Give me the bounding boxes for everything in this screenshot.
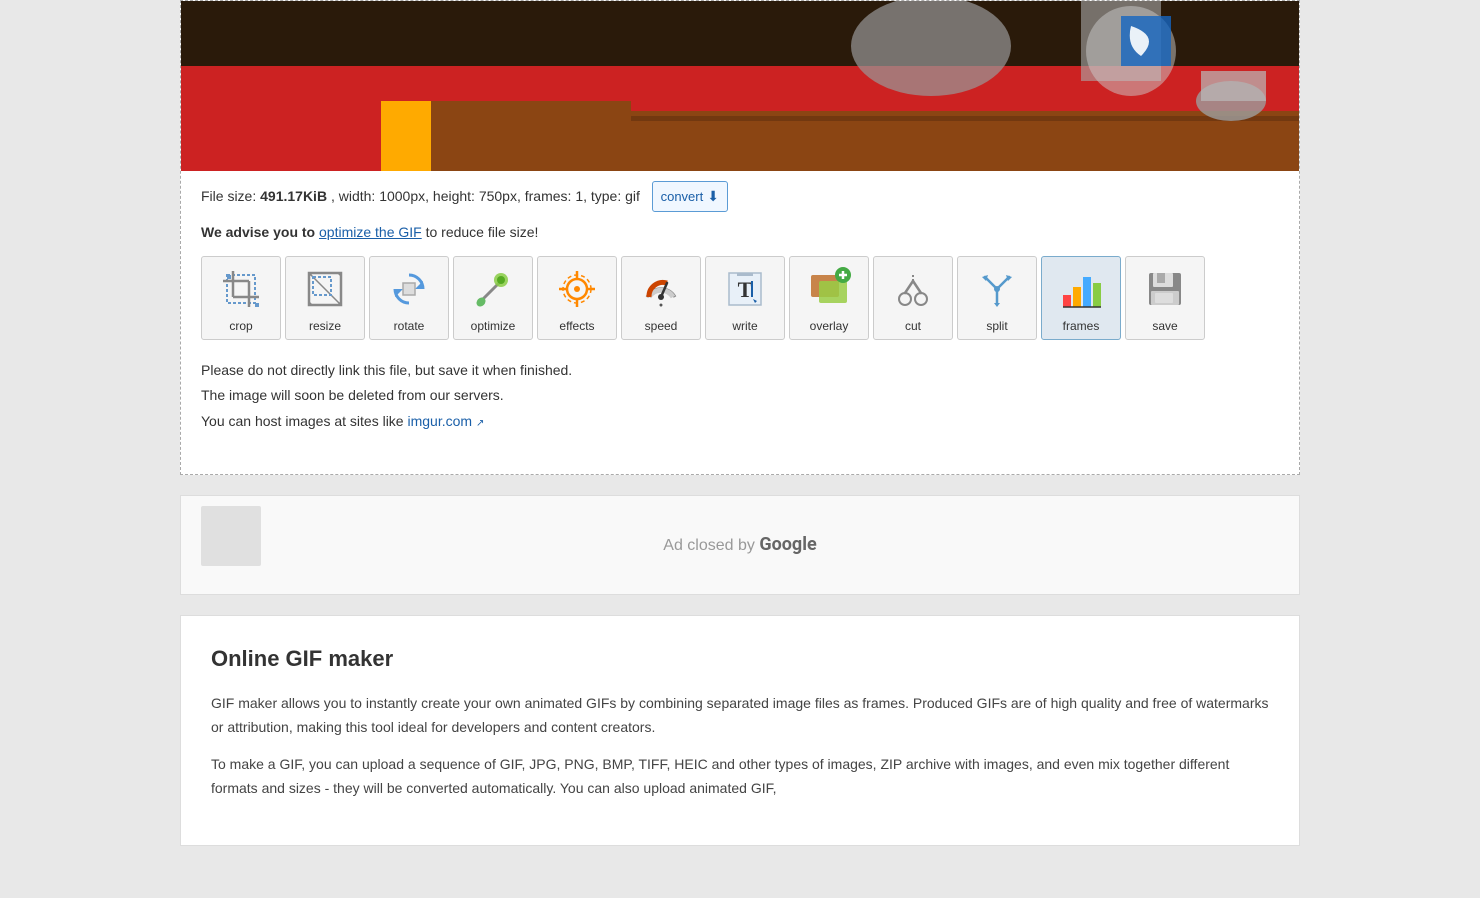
optimize-suffix: to reduce file size! bbox=[422, 224, 539, 240]
ad-google-brand: Google bbox=[759, 534, 816, 555]
tool-split[interactable]: split bbox=[957, 256, 1037, 340]
optimize-gif-link[interactable]: optimize the GIF bbox=[319, 224, 422, 240]
download-icon: ⬇ bbox=[707, 184, 719, 209]
gif-preview bbox=[181, 1, 1299, 171]
notice-area: Please do not directly link this file, b… bbox=[181, 348, 1299, 454]
tool-frames[interactable]: frames bbox=[1041, 256, 1121, 340]
split-label: split bbox=[986, 319, 1007, 333]
body-paragraph-1: GIF maker allows you to instantly create… bbox=[211, 692, 1269, 740]
overlay-label: overlay bbox=[810, 319, 849, 333]
file-size-value: 491.17KiB bbox=[260, 188, 327, 204]
optimize-prefix: We advise you to bbox=[201, 224, 319, 240]
external-link-icon: ↗ bbox=[476, 418, 484, 429]
tool-effects[interactable]: effects bbox=[537, 256, 617, 340]
cut-label: cut bbox=[905, 319, 921, 333]
split-icon bbox=[971, 263, 1023, 315]
save-icon bbox=[1139, 263, 1191, 315]
tool-write[interactable]: T write bbox=[705, 256, 785, 340]
tool-overlay[interactable]: overlay bbox=[789, 256, 869, 340]
crop-label: crop bbox=[229, 319, 252, 333]
body-paragraph-2: To make a GIF, you can upload a sequence… bbox=[211, 753, 1269, 801]
image-section: File size: 491.17KiB , width: 1000px, he… bbox=[180, 0, 1300, 475]
effects-icon bbox=[551, 263, 603, 315]
tool-optimize[interactable]: optimize bbox=[453, 256, 533, 340]
file-details: , width: 1000px, height: 750px, frames: … bbox=[331, 188, 640, 204]
write-label: write bbox=[732, 319, 757, 333]
tools-toolbar: crop resize bbox=[181, 248, 1299, 348]
section-body: GIF maker allows you to instantly create… bbox=[211, 692, 1269, 801]
cut-icon bbox=[887, 263, 939, 315]
save-label: save bbox=[1152, 319, 1177, 333]
ad-closed-text: Ad closed by Google bbox=[663, 534, 816, 555]
effects-label: effects bbox=[559, 319, 594, 333]
convert-button[interactable]: convert ⬇ bbox=[652, 181, 728, 212]
file-info-bar: File size: 491.17KiB , width: 1000px, he… bbox=[181, 171, 1299, 222]
notice-line-3: You can host images at sites like imgur.… bbox=[201, 409, 1279, 434]
optimize-icon bbox=[467, 263, 519, 315]
ad-closed-box bbox=[201, 506, 261, 566]
tool-rotate[interactable]: rotate bbox=[369, 256, 449, 340]
page-wrapper: File size: 491.17KiB , width: 1000px, he… bbox=[0, 0, 1480, 846]
notice-line-2: The image will soon be deleted from our … bbox=[201, 383, 1279, 408]
svg-text:T: T bbox=[738, 277, 753, 302]
tool-save[interactable]: save bbox=[1125, 256, 1205, 340]
frames-label: frames bbox=[1063, 319, 1100, 333]
tool-resize[interactable]: resize bbox=[285, 256, 365, 340]
imgur-link[interactable]: imgur.com ↗ bbox=[408, 413, 485, 429]
speed-label: speed bbox=[645, 319, 678, 333]
section-title: Online GIF maker bbox=[211, 646, 1269, 672]
optimize-label: optimize bbox=[471, 319, 516, 333]
notice-line-1: Please do not directly link this file, b… bbox=[201, 358, 1279, 383]
file-size-label: File size: bbox=[201, 188, 256, 204]
convert-label: convert bbox=[661, 185, 704, 208]
resize-icon bbox=[299, 263, 351, 315]
ad-section: Ad closed by Google bbox=[180, 495, 1300, 595]
speed-icon: ● bbox=[635, 263, 687, 315]
write-icon: T bbox=[719, 263, 771, 315]
tool-speed[interactable]: ● speed bbox=[621, 256, 701, 340]
bottom-section: Online GIF maker GIF maker allows you to… bbox=[180, 615, 1300, 846]
rotate-label: rotate bbox=[394, 319, 425, 333]
crop-icon bbox=[215, 263, 267, 315]
tool-cut[interactable]: cut bbox=[873, 256, 953, 340]
frames-icon bbox=[1055, 263, 1107, 315]
svg-text:●: ● bbox=[659, 302, 663, 309]
rotate-icon bbox=[383, 263, 435, 315]
overlay-icon bbox=[803, 263, 855, 315]
resize-label: resize bbox=[309, 319, 341, 333]
optimize-line: We advise you to optimize the GIF to red… bbox=[181, 222, 1299, 248]
tool-crop[interactable]: crop bbox=[201, 256, 281, 340]
